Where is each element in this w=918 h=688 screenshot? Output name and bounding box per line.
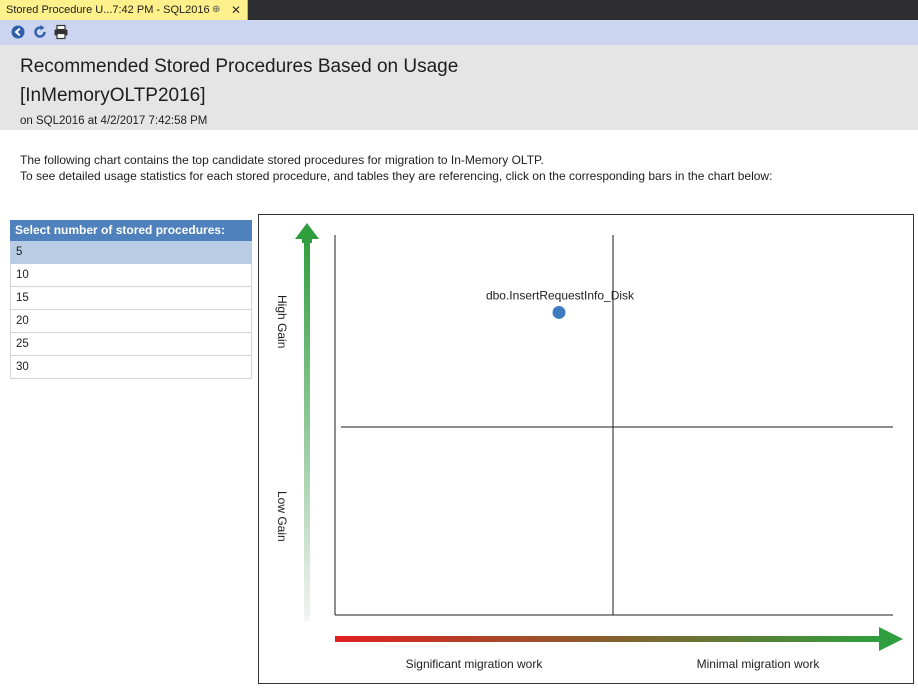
chart-canvas: High Gain Low Gain Significant migration…	[275, 223, 903, 671]
selector-header: Select number of stored procedures:	[10, 220, 252, 241]
selector-option-5[interactable]: 5	[10, 241, 252, 264]
document-tab-strip: Stored Procedure U...7:42 PM - SQL2016 ⊕…	[0, 0, 918, 20]
gain-arrow-head	[295, 223, 319, 243]
high-gain-label: High Gain	[275, 295, 289, 348]
data-point[interactable]	[552, 305, 566, 319]
print-icon[interactable]	[53, 24, 69, 40]
minimal-work-label: Minimal migration work	[697, 657, 821, 671]
gain-arrow-shaft	[304, 237, 310, 621]
report-title: Recommended Stored Procedures Based on U…	[20, 56, 459, 77]
data-point-label: dbo.InsertRequestInfo_Disk	[486, 288, 635, 302]
database-name: [InMemoryOLTP2016]	[20, 85, 206, 106]
migration-arrow-head	[879, 627, 903, 651]
back-icon[interactable]	[10, 24, 26, 40]
selector-option-30[interactable]: 30	[10, 356, 252, 379]
close-icon[interactable]: ✕	[231, 0, 241, 20]
migration-arrow-shaft	[335, 636, 883, 642]
selector-option-25[interactable]: 25	[10, 333, 252, 356]
procedure-count-selector: Select number of stored procedures: 5 10…	[10, 220, 252, 379]
selector-option-10[interactable]: 10	[10, 264, 252, 287]
intro-line-1: The following chart contains the top can…	[20, 153, 544, 167]
tab-title: Stored Procedure U...7:42 PM - SQL2016	[6, 4, 210, 16]
refresh-icon[interactable]	[32, 24, 48, 40]
document-tab[interactable]: Stored Procedure U...7:42 PM - SQL2016 ⊕…	[0, 0, 248, 20]
intro-line-2: To see detailed usage statistics for eac…	[20, 169, 773, 183]
pin-icon[interactable]: ⊕	[212, 0, 220, 20]
report-header: Recommended Stored Procedures Based on U…	[0, 45, 918, 130]
significant-work-label: Significant migration work	[406, 657, 544, 671]
low-gain-label: Low Gain	[275, 491, 289, 542]
server-timestamp: on SQL2016 at 4/2/2017 7:42:58 PM	[20, 115, 208, 127]
selector-option-15[interactable]: 15	[10, 287, 252, 310]
selector-option-20[interactable]: 20	[10, 310, 252, 333]
report-toolbar	[0, 20, 918, 45]
quadrant-chart: High Gain Low Gain Significant migration…	[258, 214, 914, 684]
